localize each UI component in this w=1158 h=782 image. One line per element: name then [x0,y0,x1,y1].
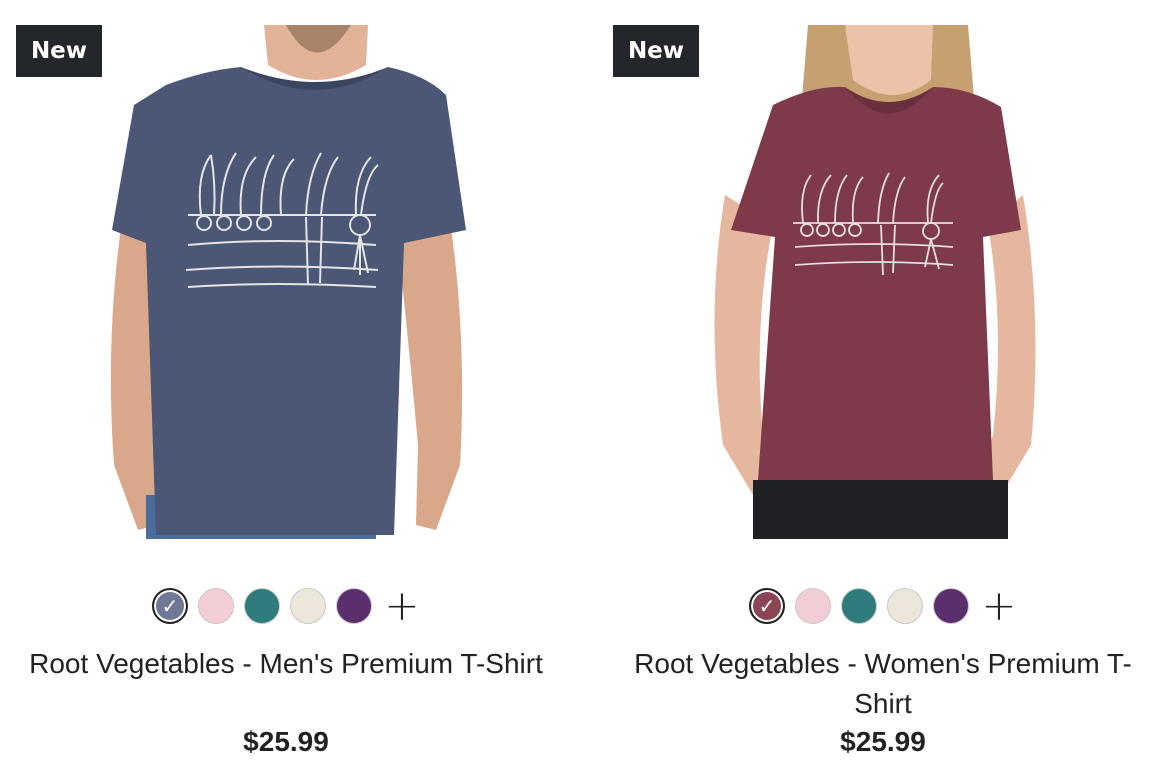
womens-shirt-body [731,86,1021,481]
swatch-teal[interactable] [841,588,877,624]
mens-tshirt-illustration [110,25,466,539]
color-swatches-mens: ✓ + [16,585,556,627]
womens-tshirt-illustration [714,25,1036,539]
swatch-cream[interactable] [290,588,326,624]
swatch-pink[interactable] [198,588,234,624]
new-badge: New [613,25,699,77]
swatch-cream[interactable] [887,588,923,624]
product-image-mens[interactable] [16,25,556,539]
swatch-purple[interactable] [933,588,969,624]
check-icon: ✓ [758,594,776,618]
new-badge: New [16,25,102,77]
swatch-teal[interactable] [244,588,280,624]
product-image-womens[interactable] [613,25,1153,539]
product-card-womens[interactable]: New ✓ + Root Vegetables - Women's Premiu… [613,0,1153,782]
product-price: $25.99 [243,726,329,757]
product-title[interactable]: Root Vegetables - Men's Premium T-Shirt [16,644,556,684]
swatch-heather-blue[interactable]: ✓ [152,588,188,624]
swatch-purple[interactable] [336,588,372,624]
swatch-pink[interactable] [795,588,831,624]
check-icon: ✓ [161,594,179,618]
product-title[interactable]: Root Vegetables - Women's Premium T-Shir… [613,644,1153,724]
more-colors-plus-icon[interactable]: + [981,585,1017,627]
swatch-heather-burgundy[interactable]: ✓ [749,588,785,624]
product-price: $25.99 [840,726,926,757]
product-card-mens[interactable]: New ✓ + Root Vegetables - Men's Premium … [16,0,556,782]
more-colors-plus-icon[interactable]: + [384,585,420,627]
color-swatches-womens: ✓ + [613,585,1153,627]
